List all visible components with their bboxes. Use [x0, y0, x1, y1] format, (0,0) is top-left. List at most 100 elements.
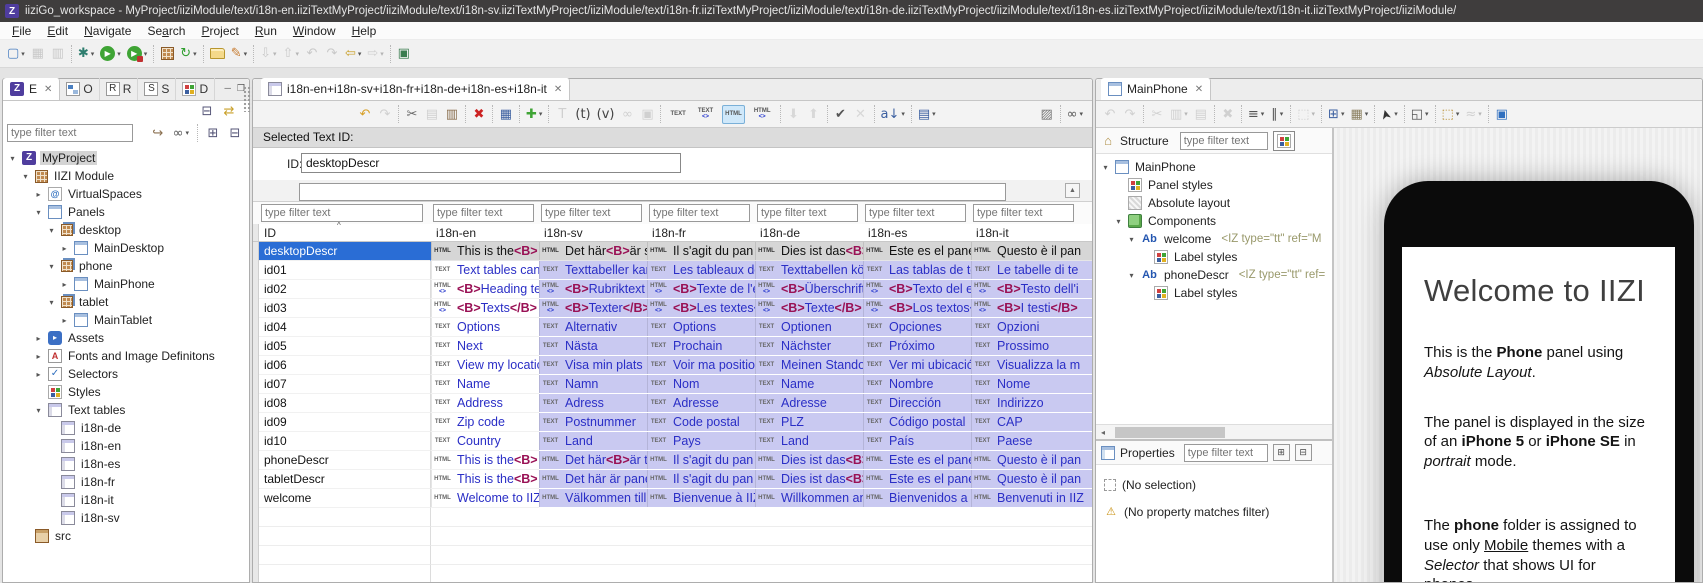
link-with-editor-button[interactable]: ▣ [394, 43, 414, 65]
cell-i18n-es[interactable]: TEXTLas tablas de te [863, 261, 971, 280]
cell-i18n-de[interactable]: TEXTLand [755, 432, 863, 451]
forward-history-button[interactable]: ⇨▾ [364, 43, 386, 65]
tab-text-tables[interactable]: i18n-en+i18n-sv+i18n-fr+i18n-de+i18n-es+… [261, 78, 570, 100]
undo-button[interactable]: ↶ [1100, 103, 1120, 125]
project-item-maindesktop[interactable]: ▸MainDesktop [3, 239, 249, 257]
view-drag-handle[interactable] [243, 86, 252, 112]
project-item-i18n-de[interactable]: i18n-de [3, 419, 249, 437]
table-row-id10[interactable]: id10TEXTCountryTEXTLandTEXTPaysTEXTLandT… [253, 432, 1092, 451]
cell-i18n-es[interactable]: HTMLEste es el panel [863, 242, 971, 261]
cell-id[interactable]: tabletDescr [259, 470, 431, 489]
cell-i18n-de[interactable]: TEXTAdresse [755, 394, 863, 413]
cell-i18n-fr[interactable]: TEXTAdresse [647, 394, 755, 413]
cell-empty[interactable] [539, 546, 647, 565]
column-header-i18n-fr[interactable]: i18n-fr [647, 224, 755, 241]
select-tool-button[interactable]: ➤▾ [1378, 103, 1400, 125]
cell-i18n-fr[interactable]: TEXTOptions [647, 318, 755, 337]
cell-i18n-fr[interactable]: TEXTVoir ma positio [647, 356, 755, 375]
select-components-button[interactable]: ⬚▾ [1439, 103, 1463, 125]
view-tab-s[interactable]: SS [138, 78, 176, 100]
structure-item-panel-styles[interactable]: Panel styles [1096, 176, 1332, 194]
refresh-sync-button[interactable]: ⇄ [219, 100, 239, 122]
cell-i18n-en[interactable]: HTML<><B>Texts</B> [431, 299, 539, 318]
minimize-icon[interactable]: ─ [225, 83, 231, 94]
cell-i18n-it[interactable]: HTMLBenvenuti in IIZ [971, 489, 1092, 508]
tab-mainphone[interactable]: MainPhone ✕ [1101, 78, 1211, 100]
cell-id[interactable]: id06 [259, 356, 431, 375]
expander-icon[interactable]: ▾ [1126, 271, 1137, 280]
cell-id[interactable]: phoneDescr [259, 451, 431, 470]
cell-i18n-es[interactable]: TEXTPaís [863, 432, 971, 451]
cell-i18n-fr[interactable]: HTML<><B>Les textes< [647, 299, 755, 318]
view-menu-button[interactable]: ▤▾ [915, 103, 939, 125]
selected-id-input[interactable] [301, 153, 681, 173]
cell-i18n-it[interactable]: HTMLQuesto è il pan [971, 470, 1092, 489]
expander-icon[interactable]: ▸ [33, 334, 44, 343]
column-filter-i18n-en[interactable] [433, 204, 534, 222]
project-item-desktop[interactable]: ▾desktop [3, 221, 249, 239]
expand-all-button[interactable]: ⊞ [203, 122, 223, 144]
project-item-maintablet[interactable]: ▸MainTablet [3, 311, 249, 329]
cell-i18n-fr[interactable]: TEXTNom [647, 375, 755, 394]
cell-i18n-it[interactable]: TEXTLe tabelle di te [971, 261, 1092, 280]
cell-i18n-es[interactable]: HTML<><B>Los textos< [863, 299, 971, 318]
cell-i18n-en[interactable]: TEXTAddress [431, 394, 539, 413]
cell-i18n-de[interactable]: TEXTTexttabellen kö [755, 261, 863, 280]
table-row-welcome[interactable]: welcomeHTMLWelcome to IIZHTMLVälkommen t… [253, 489, 1092, 508]
scroll-left-icon[interactable]: ◂ [1096, 425, 1110, 439]
structure-item-label-styles[interactable]: Label styles [1096, 248, 1332, 266]
structure-filter-input[interactable] [1180, 132, 1268, 150]
cell-i18n-de[interactable]: HTMLDies ist das <B> [755, 470, 863, 489]
expander-icon[interactable]: ▸ [59, 244, 70, 253]
cell-i18n-sv[interactable]: TEXTNästa [539, 337, 647, 356]
cell-id[interactable]: id05 [259, 337, 431, 356]
cell-i18n-es[interactable]: HTML<><B>Texto del e [863, 280, 971, 299]
tag-v-button[interactable]: (v) [594, 103, 618, 125]
cell-i18n-it[interactable]: TEXTNome [971, 375, 1092, 394]
structure-item-components[interactable]: ▾Components [1096, 212, 1332, 230]
table-row-empty[interactable] [253, 546, 1092, 565]
menu-file[interactable]: File [4, 23, 39, 39]
structure-horizontal-scrollbar[interactable]: ◂ [1096, 424, 1332, 439]
close-icon[interactable]: ✕ [44, 84, 52, 95]
cell-id[interactable] [259, 546, 431, 565]
view-tab-r[interactable]: RR [100, 78, 139, 100]
cell-i18n-sv[interactable]: TEXTTexttabeller kan [539, 261, 647, 280]
project-item-iizi-module[interactable]: ▾IIZI Module [3, 167, 249, 185]
run-button[interactable]: ▶▾ [97, 43, 124, 65]
edit-cell-button[interactable]: ▨ [1037, 103, 1057, 125]
cell-i18n-fr[interactable]: TEXTCode postal [647, 413, 755, 432]
copy-button[interactable]: ▤ [422, 103, 442, 125]
cell-i18n-de[interactable]: TEXTMeinen Stando [755, 356, 863, 375]
cell-i18n-en[interactable]: HTML<><B>Heading te [431, 280, 539, 299]
delete-button[interactable]: ✖ [469, 103, 489, 125]
table-row-empty[interactable] [253, 527, 1092, 546]
cell-empty[interactable] [647, 546, 755, 565]
add-component-button[interactable]: ⊞▾ [1325, 103, 1347, 125]
cell-i18n-en[interactable]: TEXTOptions [431, 318, 539, 337]
view-tab-e[interactable]: ZE✕ [3, 78, 60, 100]
cell-id[interactable]: id03 [259, 299, 431, 318]
cell-empty[interactable] [863, 546, 971, 565]
project-item-assets[interactable]: ▸▸Assets [3, 329, 249, 347]
structure-item-absolute-layout[interactable]: Absolute layout [1096, 194, 1332, 212]
menu-navigate[interactable]: Navigate [76, 23, 139, 39]
delete-button[interactable]: ✖ [1218, 103, 1238, 125]
cell-i18n-sv[interactable]: HTMLDet här är pane [539, 470, 647, 489]
cell-i18n-fr[interactable]: TEXTLes tableaux de [647, 261, 755, 280]
expand-all-icon[interactable]: ⊞ [1273, 444, 1290, 461]
collapse-all-icon[interactable]: ⊟ [1295, 444, 1312, 461]
cell-i18n-it[interactable]: TEXTCAP [971, 413, 1092, 432]
mode-text-button[interactable]: TEXT [664, 103, 691, 125]
table-row-id09[interactable]: id09TEXTZip codeTEXTPostnummerTEXTCode p… [253, 413, 1092, 432]
project-item-panels[interactable]: ▾Panels [3, 203, 249, 221]
selected-text-value-field[interactable] [299, 183, 1006, 201]
link-open-editor-button[interactable]: ↪ [148, 122, 168, 144]
mode-text-source-button[interactable]: TEXT<> [692, 103, 719, 125]
collapse-all-button[interactable]: ⊟ [225, 122, 245, 144]
cell-i18n-fr[interactable]: HTML<><B>Texte de l'e [647, 280, 755, 299]
view-tab-d[interactable]: D [176, 78, 215, 100]
cell-i18n-es[interactable]: TEXTVer mi ubicació [863, 356, 971, 375]
column-header-i18n-en[interactable]: i18n-en [431, 224, 539, 241]
cell-empty[interactable] [971, 565, 1092, 582]
